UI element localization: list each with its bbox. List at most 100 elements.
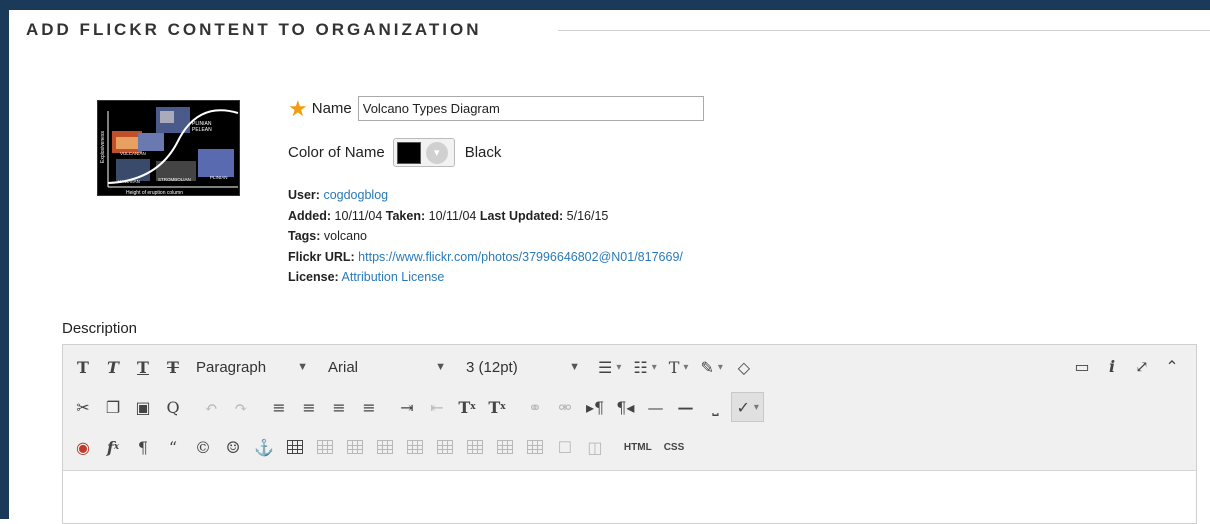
paste-icon[interactable]: ▣ — [129, 392, 157, 422]
chevron-down-icon: ▼ — [297, 361, 308, 373]
required-icon: ★ — [288, 95, 308, 121]
toolbar-right-group: ▭ i ⤢ ⌃ — [1068, 351, 1188, 381]
html-button[interactable]: HTML — [619, 432, 657, 462]
taken-label: Taken: — [385, 208, 426, 223]
flickr-url-link[interactable]: https://www.flickr.com/photos/3799664680… — [358, 250, 683, 264]
name-label: Name — [311, 100, 352, 117]
user-label: User: — [288, 188, 320, 202]
thumb-label-hawaiian: HAWAIIAN — [118, 179, 140, 184]
thumb-label-pelean: PELEAN — [192, 127, 212, 133]
collapse-icon[interactable]: ⌃ — [1158, 351, 1186, 381]
name-input[interactable] — [357, 96, 704, 121]
redo-icon[interactable]: ↷ — [227, 392, 255, 422]
description-editor: T T T T Paragraph▼ Arial▼ 3 (12pt)▼ ☰ ☷ … — [62, 344, 1197, 524]
record-icon[interactable]: ◉ — [69, 432, 97, 462]
strikethrough-icon[interactable]: T — [159, 352, 187, 382]
thumb-label-strombolian: STROMBOLIAN — [158, 177, 191, 182]
align-justify-icon[interactable]: ≡ — [355, 392, 383, 422]
cut-icon[interactable]: ✂ — [69, 392, 97, 422]
taken-value: 10/11/04 — [428, 208, 477, 223]
chevron-down-icon[interactable]: ▾ — [425, 141, 448, 164]
underline-icon[interactable]: T — [129, 352, 157, 382]
outdent-icon[interactable]: ⇤ — [423, 392, 451, 422]
emoticon-icon[interactable]: ☺ — [219, 432, 247, 462]
anchor-icon[interactable]: ⚓ — [249, 432, 279, 462]
insert-column-before-icon[interactable] — [461, 432, 489, 462]
horizontal-rule-icon[interactable]: — — [641, 392, 669, 422]
font-select[interactable]: Arial ▼ — [321, 352, 453, 382]
insert-row-before-icon[interactable] — [371, 432, 399, 462]
toolbar-row-1: T T T T Paragraph▼ Arial▼ 3 (12pt)▼ ☰ ☷ … — [69, 351, 760, 383]
preview-icon[interactable]: ▭ — [1068, 351, 1096, 381]
color-picker[interactable]: ▾ — [392, 138, 455, 167]
formula-icon[interactable]: fx — [99, 432, 127, 462]
copyright-icon[interactable]: © — [189, 432, 217, 462]
merge-cells-icon[interactable]: ◫ — [581, 432, 609, 462]
thumb-x-label: Height of eruption column — [126, 190, 183, 196]
copy-icon[interactable]: ❐ — [99, 392, 127, 422]
align-right-icon[interactable]: ≡ — [325, 392, 353, 422]
text-color-icon[interactable]: T — [664, 352, 694, 382]
format-select-value: Paragraph — [196, 358, 267, 376]
left-border — [0, 0, 9, 519]
indent-icon[interactable]: ⇥ — [393, 392, 421, 422]
subscript-icon[interactable]: Tx — [483, 392, 511, 422]
insert-column-after-icon[interactable] — [491, 432, 519, 462]
find-icon[interactable]: Q — [159, 392, 187, 422]
numbered-list-icon[interactable]: ☷ — [628, 352, 661, 382]
spellcheck-icon[interactable]: ✓ — [731, 392, 764, 422]
license-label: License: — [288, 270, 339, 284]
flickr-metadata: User: cogdogblog Added: 10/11/04 Taken: … — [288, 185, 683, 288]
eraser-icon[interactable]: ◇ — [730, 352, 758, 382]
top-border — [0, 0, 1210, 10]
chevron-down-icon: ▼ — [435, 361, 446, 373]
undo-icon[interactable]: ↶ — [197, 392, 225, 422]
thumb-y-label: Explosiveness — [100, 131, 106, 163]
updated-label: Last Updated: — [479, 208, 564, 223]
align-center-icon[interactable]: ≡ — [295, 392, 323, 422]
toolbar-row-2: ✂ ❐ ▣ Q ↶ ↷ ≡ ≡ ≡ ≡ ⇥ ⇤ Tx Tx ⚭ ⚮ ▸¶ ¶◂ … — [69, 391, 766, 423]
description-label: Description — [62, 320, 138, 337]
bullet-list-icon[interactable]: ☰ — [593, 352, 626, 382]
ltr-icon[interactable]: ▸¶ — [581, 392, 609, 422]
color-label: Color of Name — [288, 144, 385, 161]
rtl-icon[interactable]: ¶◂ — [611, 392, 639, 422]
paragraph-mark-icon[interactable]: ¶ — [129, 432, 157, 462]
tags-value: volcano — [323, 229, 367, 243]
description-textarea[interactable] — [63, 472, 1196, 524]
delete-column-icon[interactable] — [521, 432, 549, 462]
url-label: Flickr URL: — [288, 249, 355, 264]
unlink-icon[interactable]: ⚮ — [551, 392, 579, 422]
color-value: Black — [464, 144, 502, 161]
table-cell-props-icon[interactable] — [341, 432, 369, 462]
css-button[interactable]: CSS — [659, 432, 690, 462]
added-label: Added: — [288, 208, 332, 223]
title-divider — [558, 30, 1210, 31]
info-icon[interactable]: i — [1098, 351, 1126, 381]
table-row-props-icon[interactable] — [311, 432, 339, 462]
nonbreaking-space-icon[interactable]: ⎵ — [701, 392, 729, 422]
split-cells-icon[interactable]: ☐ — [551, 432, 579, 462]
tags-label: Tags: — [288, 229, 321, 243]
size-select[interactable]: 3 (12pt) ▼ — [459, 352, 587, 382]
toolbar-row-3: ◉ fx ¶ “ © ☺ ⚓ ☐ ◫ HTML CSS — [69, 431, 691, 463]
format-select[interactable]: Paragraph ▼ — [189, 352, 315, 382]
fullscreen-icon[interactable]: ⤢ — [1128, 351, 1156, 381]
delete-row-icon[interactable] — [431, 432, 459, 462]
insert-row-after-icon[interactable] — [401, 432, 429, 462]
license-link[interactable]: Attribution License — [342, 270, 445, 284]
link-icon[interactable]: ⚭ — [521, 392, 549, 422]
editor-toolbar: T T T T Paragraph▼ Arial▼ 3 (12pt)▼ ☰ ☷ … — [63, 345, 1196, 471]
size-select-value: 3 (12pt) — [466, 358, 518, 376]
thick-rule-icon[interactable]: — — [671, 392, 699, 422]
table-icon[interactable] — [281, 432, 309, 462]
italic-icon[interactable]: T — [99, 352, 127, 382]
flickr-thumbnail[interactable]: PLINIAN PELEAN VULCANIAN PLINIAN STROMBO… — [97, 100, 240, 196]
user-link[interactable]: cogdogblog — [323, 188, 388, 202]
bold-icon[interactable]: T — [69, 352, 97, 382]
align-left-icon[interactable]: ≡ — [265, 392, 293, 422]
superscript-icon[interactable]: Tx — [453, 392, 481, 422]
thumb-label-plinian-2: PLINIAN — [210, 175, 228, 180]
blockquote-icon[interactable]: “ — [159, 432, 187, 462]
highlight-icon[interactable]: ✎ — [695, 352, 727, 382]
